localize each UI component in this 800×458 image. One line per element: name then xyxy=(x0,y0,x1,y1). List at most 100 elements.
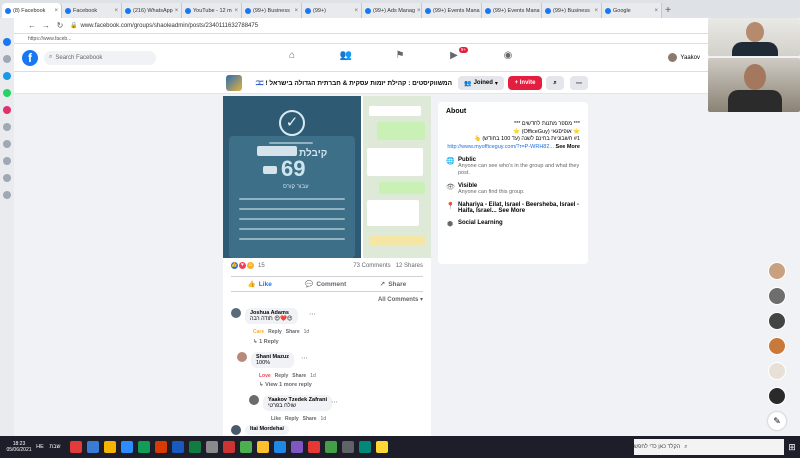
zoom-taskbar-icon[interactable] xyxy=(121,441,133,453)
powerpoint-taskbar-icon[interactable] xyxy=(155,441,167,453)
all-comments-dropdown[interactable]: All Comments ▾ xyxy=(378,296,423,303)
system-clock[interactable]: 18:23 05/06/2021 xyxy=(4,441,34,453)
close-icon[interactable]: × xyxy=(652,8,658,14)
about-link[interactable]: http://www.myofficeguy.com/?r=P-WRH82... xyxy=(447,144,554,150)
comments-count[interactable]: 73 Comments xyxy=(353,263,390,269)
back-icon[interactable]: ← xyxy=(28,21,36,30)
app-taskbar-icon[interactable] xyxy=(342,441,354,453)
close-icon[interactable]: × xyxy=(592,8,598,14)
opera-clock-icon[interactable] xyxy=(3,174,11,182)
close-icon[interactable]: × xyxy=(232,8,238,14)
app-taskbar-icon[interactable] xyxy=(206,441,218,453)
app-taskbar-icon[interactable] xyxy=(138,441,150,453)
comment-reply[interactable]: Reply xyxy=(268,329,282,335)
watch-icon[interactable]: ▶ 9+ xyxy=(446,47,468,64)
messenger-icon[interactable] xyxy=(3,72,11,80)
forward-icon[interactable]: → xyxy=(42,21,50,30)
avatar[interactable] xyxy=(768,262,786,280)
app-taskbar-icon[interactable] xyxy=(325,441,337,453)
bookmark-item[interactable]: https://www.faceb... xyxy=(28,36,71,42)
group-name[interactable]: המשווקיסטים : קהילת יזמות עסקית & חברתית… xyxy=(246,79,452,87)
app-taskbar-icon[interactable] xyxy=(359,441,371,453)
browser-tab[interactable]: (99+) Ads Manag × xyxy=(362,3,422,18)
opera-feed-icon[interactable] xyxy=(3,123,11,131)
whatsapp-icon[interactable] xyxy=(3,89,11,97)
group-more-button[interactable]: ⋯ xyxy=(570,76,588,90)
windows-start-icon[interactable]: ⊞ xyxy=(784,436,800,458)
browser-tab[interactable]: (99+) Events Mana× xyxy=(422,3,482,18)
avatar[interactable] xyxy=(237,352,247,362)
word-taskbar-icon[interactable] xyxy=(172,441,184,453)
browser-tab[interactable]: (216) WhatsApp × xyxy=(122,3,182,18)
opera-history-icon[interactable] xyxy=(3,55,11,63)
comment-react[interactable]: Like xyxy=(271,416,281,422)
see-more-link[interactable]: See More xyxy=(556,144,580,150)
avatar[interactable] xyxy=(249,395,259,405)
opera-taskbar-icon[interactable] xyxy=(70,441,82,453)
app-taskbar-icon[interactable] xyxy=(240,441,252,453)
post-photo[interactable]: ✓ קיבלת 69 עבור קורס xyxy=(223,96,431,258)
people-icon[interactable]: 👥 xyxy=(338,50,354,64)
avatar[interactable] xyxy=(231,425,241,435)
opera-home-icon[interactable] xyxy=(3,38,11,46)
opera-settings-icon[interactable] xyxy=(3,191,11,199)
browser-tab[interactable]: YouTube - 12 m × xyxy=(182,3,242,18)
close-icon[interactable]: × xyxy=(173,8,179,14)
comment-react[interactable]: Love xyxy=(259,373,271,379)
excel-taskbar-icon[interactable] xyxy=(189,441,201,453)
app-taskbar-icon[interactable] xyxy=(274,441,286,453)
avatar[interactable] xyxy=(768,287,786,305)
comment-button[interactable]: 💬 Comment xyxy=(305,280,346,289)
app-taskbar-icon[interactable] xyxy=(87,441,99,453)
comment-share[interactable]: Share xyxy=(292,373,306,379)
opera-heart-icon[interactable] xyxy=(3,157,11,165)
home-icon[interactable]: ⌂ xyxy=(284,50,300,64)
app-taskbar-icon[interactable] xyxy=(376,441,388,453)
facebook-logo-icon[interactable]: f xyxy=(22,49,38,66)
avatar[interactable] xyxy=(768,312,786,330)
app-taskbar-icon[interactable] xyxy=(308,441,320,453)
avatar[interactable] xyxy=(768,362,786,380)
comment-options-icon[interactable]: ⋯ xyxy=(301,354,308,362)
like-button[interactable]: 👍 Like xyxy=(248,280,272,289)
reload-icon[interactable]: ↻ xyxy=(56,21,64,30)
user-profile-button[interactable]: Yaakov xyxy=(668,53,700,62)
comment-options-icon[interactable]: ⋯ xyxy=(309,310,316,318)
browser-tab[interactable]: Facebook × xyxy=(62,3,122,18)
groups-icon[interactable]: ◉ xyxy=(500,50,516,64)
close-icon[interactable]: × xyxy=(292,8,298,14)
opera-send-icon[interactable] xyxy=(3,140,11,148)
facebook-search-input[interactable]: ⌕ Search Facebook xyxy=(44,50,156,65)
language-indicator[interactable]: HE xyxy=(34,444,46,450)
close-icon[interactable]: × xyxy=(112,8,118,14)
share-button[interactable]: ↗ Share xyxy=(380,280,407,289)
new-message-icon[interactable]: ✎ xyxy=(768,412,786,430)
group-search-button[interactable]: ⌕ xyxy=(546,76,564,90)
comment-reply[interactable]: Reply xyxy=(285,416,299,422)
view-replies-link[interactable]: ↳ View 1 more reply xyxy=(259,382,312,388)
browser-tab[interactable]: (8) Facebook × xyxy=(2,3,62,18)
browser-tab[interactable]: Google × xyxy=(602,3,662,18)
explorer-taskbar-icon[interactable] xyxy=(104,441,116,453)
comment-share[interactable]: Share xyxy=(303,416,317,422)
close-icon[interactable]: × xyxy=(52,8,58,14)
new-tab-icon[interactable]: + xyxy=(662,3,674,18)
shares-count[interactable]: 12 Shares xyxy=(396,263,423,269)
comment-react[interactable]: Care xyxy=(253,329,264,335)
location-text[interactable]: Nahariya - Eilat, Israel - Beersheba, Is… xyxy=(458,202,580,214)
commenter-name[interactable]: Itai Mordehai xyxy=(250,426,284,432)
comment-share[interactable]: Share xyxy=(286,329,300,335)
invite-button[interactable]: + Invite xyxy=(508,76,542,90)
avatar[interactable] xyxy=(231,308,241,318)
comment-reply[interactable]: Reply xyxy=(275,373,289,379)
view-replies-link[interactable]: ↳ 1 Reply xyxy=(253,339,279,345)
reaction-summary[interactable]: 👍 ♥ ☺ 15 xyxy=(231,262,265,269)
url-field[interactable]: 🔒 www.facebook.com/groups/shaoleadmin/po… xyxy=(70,22,258,30)
app-taskbar-icon[interactable] xyxy=(257,441,269,453)
app-taskbar-icon[interactable] xyxy=(291,441,303,453)
instagram-icon[interactable] xyxy=(3,106,11,114)
close-icon[interactable]: × xyxy=(352,8,358,14)
browser-tab[interactable]: (99+) Business × xyxy=(242,3,302,18)
avatar[interactable] xyxy=(768,337,786,355)
avatar[interactable] xyxy=(768,387,786,405)
